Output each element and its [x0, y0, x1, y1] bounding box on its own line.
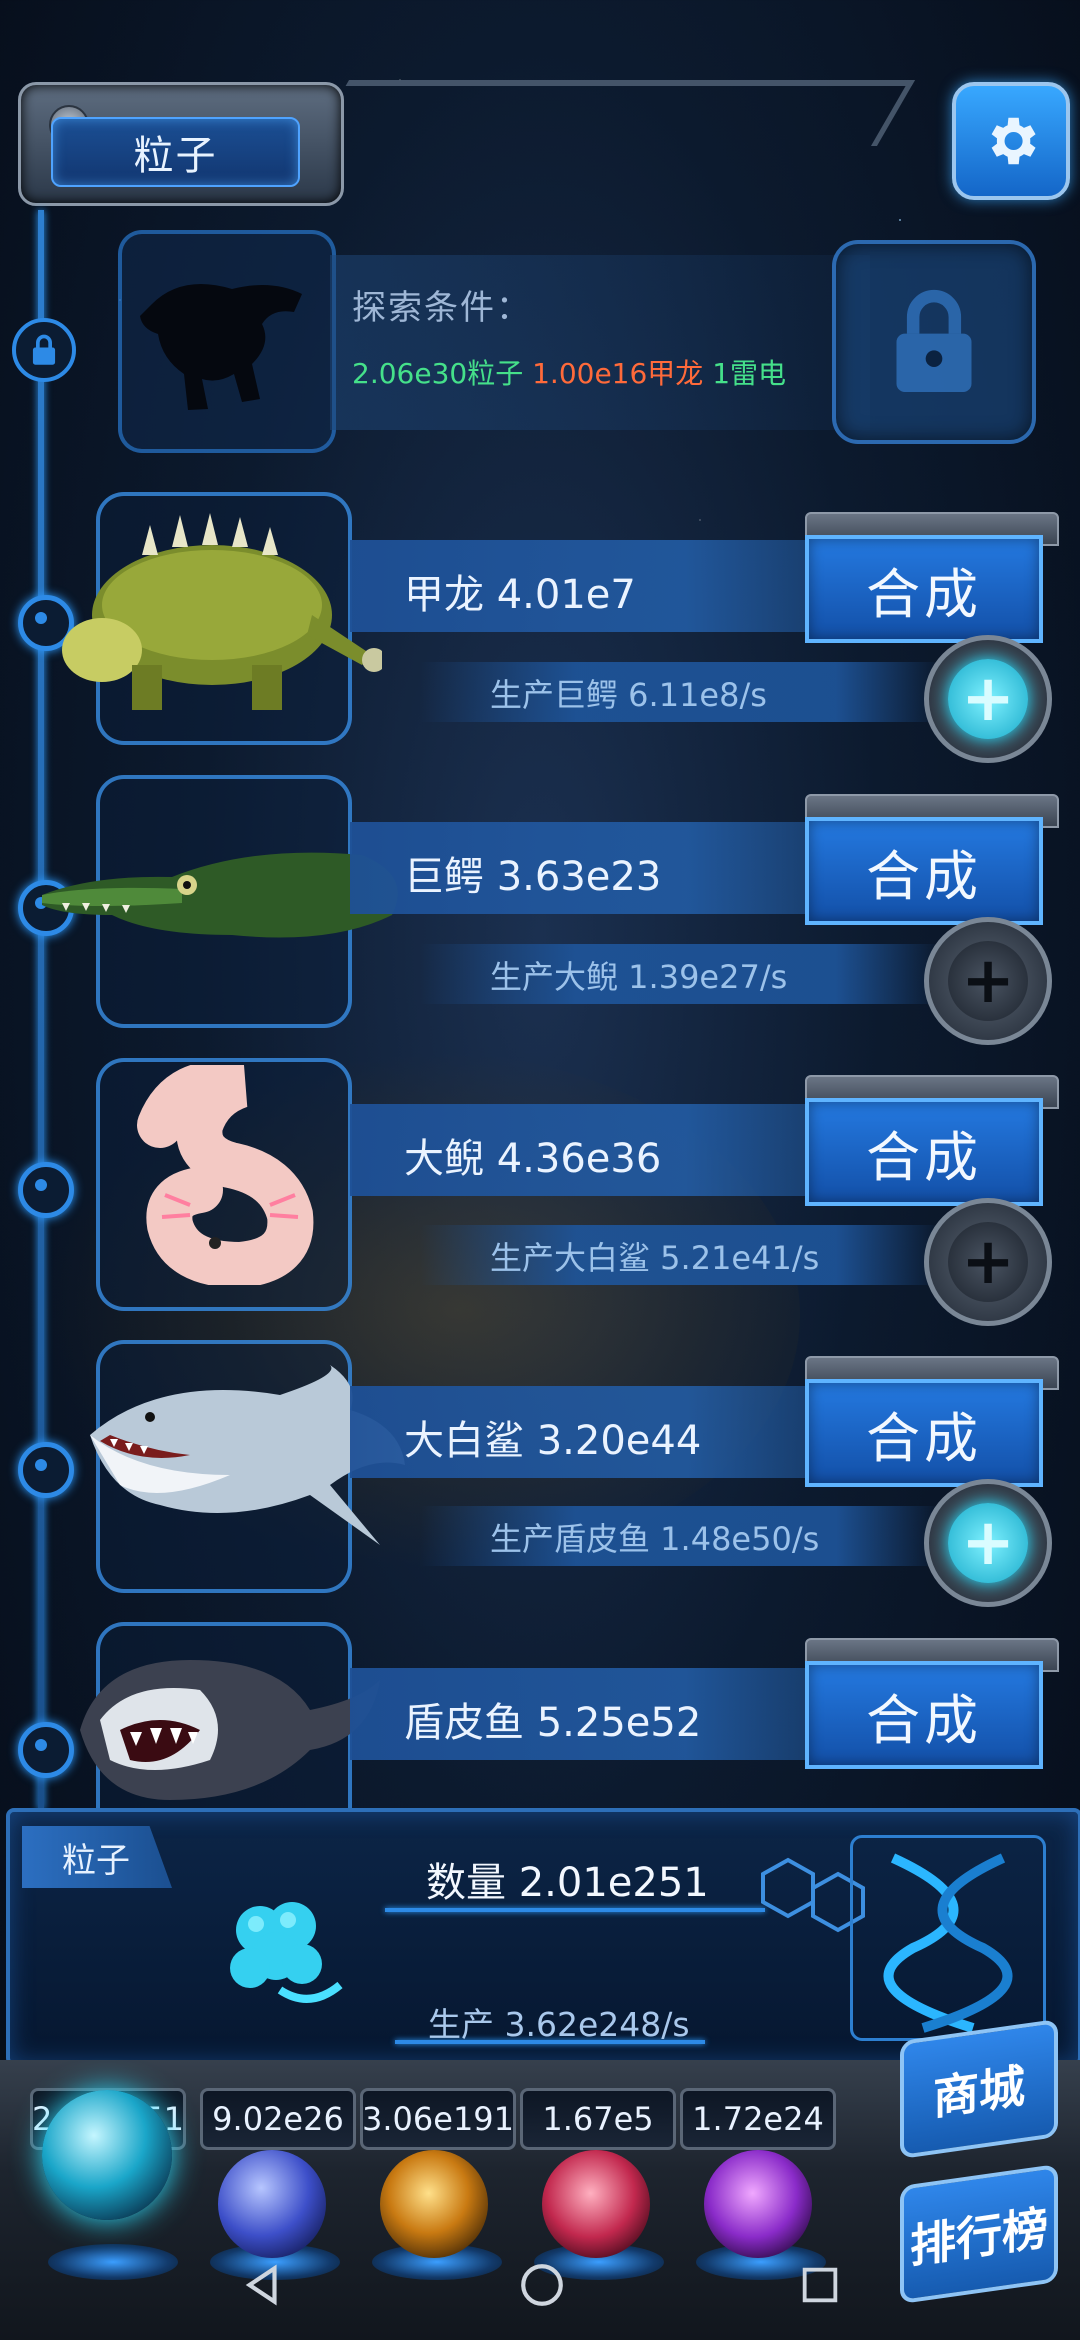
lock-icon: [32, 334, 56, 365]
explore-label: 探索条件：: [352, 288, 532, 328]
lock-icon: [896, 289, 972, 392]
plus-icon: +: [948, 1222, 1028, 1302]
rail-node: [18, 1162, 74, 1218]
upgrade-button[interactable]: +: [924, 1479, 1052, 1607]
panel-line: [385, 1908, 765, 1912]
creature-production: 生产大白鲨 5.21e41/s: [490, 1239, 820, 1277]
placoderm-icon: [60, 1640, 390, 1814]
condition-ankylosaurus: 1.00e16甲龙: [532, 357, 704, 390]
dna-icon: [850, 1835, 1046, 2041]
creature-name-count: 大白鲨 3.20e44: [404, 1418, 702, 1464]
progress-rail: [38, 210, 44, 1810]
condition-particles: 2.06e30粒子: [352, 357, 524, 390]
title-plate: 粒子: [18, 82, 344, 206]
resource-vortex: 1.72e24: [680, 2088, 836, 2150]
rail-lock-node: [12, 318, 76, 382]
creature-production: 生产巨鳄 6.11e8/s: [490, 676, 767, 714]
creature-name-count: 甲龙 4.01e7: [404, 572, 636, 618]
upgrade-button[interactable]: +: [924, 1198, 1052, 1326]
creature-production: 生产盾皮鱼 1.48e50/s: [490, 1520, 820, 1558]
particle-orb-icon[interactable]: [42, 2090, 172, 2220]
dinosaur-silhouette-icon: [140, 284, 302, 410]
synthesize-button[interactable]: 合成: [805, 1661, 1043, 1769]
back-icon[interactable]: [237, 2260, 287, 2310]
creature-name-count: 大鲵 4.36e36: [404, 1136, 662, 1182]
panel-tab: 粒子: [22, 1826, 172, 1888]
settings-button[interactable]: [952, 82, 1070, 200]
resource-lightning: 9.02e26: [200, 2088, 356, 2150]
explore-conditions: 2.06e30粒子 1.00e16甲龙 1雷电: [352, 352, 786, 392]
synthesize-button[interactable]: 合成: [805, 535, 1043, 643]
top-bar: 粒子: [0, 70, 1080, 220]
upgrade-button[interactable]: +: [924, 917, 1052, 1045]
axolotl-icon: [120, 1060, 340, 1289]
plus-icon: +: [948, 659, 1028, 739]
shop-button[interactable]: 商城: [900, 2018, 1058, 2160]
explore-lock-button[interactable]: [832, 240, 1036, 444]
ankylosaurus-icon: [62, 505, 386, 719]
particle-cluster-icon: [210, 1880, 350, 2020]
creature-production: 生产大鲵 1.39e27/s: [490, 958, 788, 996]
plus-icon: +: [948, 941, 1028, 1021]
locked-creature-frame: [118, 230, 336, 453]
home-icon[interactable]: [517, 2260, 567, 2310]
plus-icon: +: [948, 1503, 1028, 1583]
particle-production: 生产 3.62e248/s: [428, 2005, 690, 2044]
condition-lightning: 1雷电: [712, 357, 787, 390]
gear-icon: [991, 117, 1036, 165]
resource-fire: 3.06e191: [360, 2088, 516, 2150]
rail-node: [18, 1442, 74, 1498]
system-nav-bar: [0, 2230, 1080, 2340]
resource-brain: 1.67e5: [520, 2088, 676, 2150]
particle-quantity: 数量 2.01e251: [426, 1860, 709, 1906]
synthesize-button[interactable]: 合成: [805, 1379, 1043, 1487]
upgrade-button[interactable]: +: [924, 635, 1052, 763]
synthesize-button[interactable]: 合成: [805, 1098, 1043, 1206]
page-title: 粒子: [51, 117, 300, 187]
creature-name-count: 巨鳄 3.63e23: [404, 854, 662, 900]
recents-icon[interactable]: [797, 2262, 843, 2308]
synthesize-button[interactable]: 合成: [805, 817, 1043, 925]
creature-name-count: 盾皮鱼 5.25e52: [404, 1700, 702, 1746]
top-frame-decoration: [310, 80, 916, 146]
